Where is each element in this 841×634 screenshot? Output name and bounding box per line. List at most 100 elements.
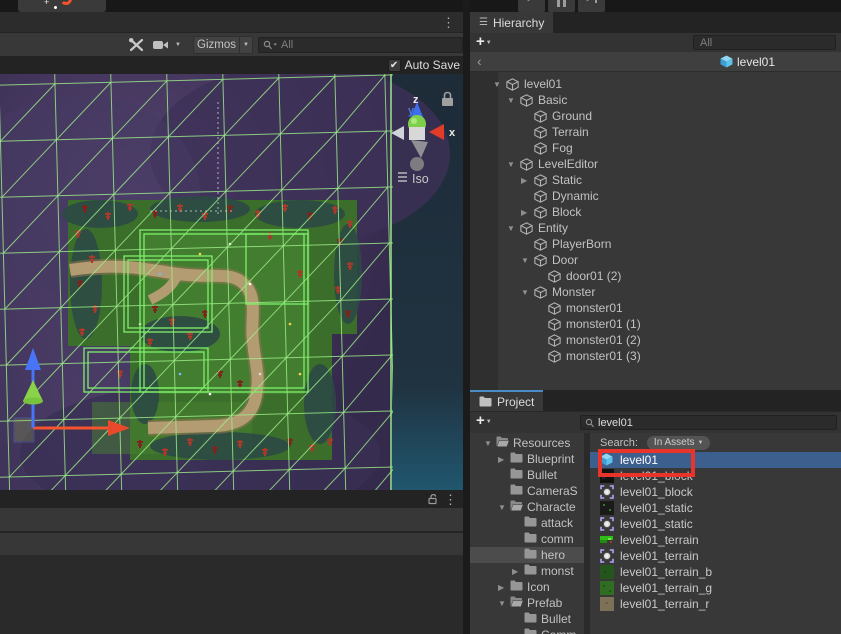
result-row[interactable]: level01_terrain (590, 548, 841, 564)
search-scope-dropdown[interactable]: In Assets ▼ (647, 436, 711, 450)
play-button[interactable]: ▶ (518, 0, 545, 12)
result-row[interactable]: level01_static (590, 516, 841, 532)
auto-save-toggle[interactable]: ✔ Auto Save (388, 58, 460, 72)
folder-tree-row[interactable]: ▶Icon (470, 579, 584, 595)
step-button[interactable]: ▶ (578, 0, 605, 12)
scene-view-canvas[interactable]: z y x Iso (0, 74, 463, 490)
cube-icon (520, 158, 534, 171)
hierarchy-add-button[interactable]: + ▼ (476, 34, 492, 49)
breadcrumb-item-label[interactable]: level01 (737, 55, 775, 69)
hierarchy-tree-row[interactable]: PlayerBorn (470, 236, 841, 252)
folder-tree-row[interactable]: attack (470, 515, 584, 531)
right-pane: ☰ Hierarchy + ▼ ‹ level01 ▼level01▼Basic… (470, 12, 841, 634)
item-label: level01_static (620, 517, 693, 531)
hierarchy-tree-row[interactable]: monster01 (3) (470, 348, 841, 364)
foldout-right-icon[interactable]: ▶ (521, 208, 534, 217)
folder-tree-row[interactable]: ▶monst (470, 563, 584, 579)
item-label: Bullet (527, 468, 557, 482)
foldout-right-icon[interactable]: ▶ (521, 176, 534, 185)
result-row[interactable]: level01_terrain (590, 532, 841, 548)
tab-hierarchy[interactable]: ☰ Hierarchy (470, 12, 553, 33)
bottom-panel-row[interactable] (0, 533, 463, 555)
project-folder-tree: ▼Resources▶BlueprintBulletCameraS▼Charac… (470, 433, 584, 634)
item-label: monster01 (2) (566, 333, 641, 347)
folder-tree-row[interactable]: hero (470, 547, 584, 563)
tab-project[interactable]: Project (470, 390, 543, 411)
gizmos-dropdown[interactable]: Gizmos ▼ (193, 36, 253, 54)
project-search-input[interactable] (596, 417, 836, 429)
folder-tree-row[interactable]: Bullet (470, 467, 584, 483)
foldout-right-icon[interactable]: ▶ (512, 567, 524, 576)
hierarchy-tree-row[interactable]: Terrain (470, 124, 841, 140)
item-label: Comm (541, 628, 576, 634)
hierarchy-tree-row[interactable]: monster01 (2) (470, 332, 841, 348)
hierarchy-tree-row[interactable]: monster01 (470, 300, 841, 316)
camera-view-dropdown[interactable]: ▼ (150, 36, 190, 54)
foldout-down-icon[interactable]: ▼ (498, 599, 510, 608)
checkbox-checked-icon[interactable]: ✔ (388, 59, 401, 72)
foldout-right-icon[interactable]: ▶ (498, 583, 510, 592)
folder-tree-row[interactable]: ▶Blueprint (470, 451, 584, 467)
project-tab-label: Project (497, 395, 534, 409)
south-axis-sphere[interactable] (410, 157, 424, 171)
project-add-button[interactable]: + ▼ (476, 413, 492, 428)
hierarchy-search-field[interactable] (693, 35, 836, 50)
hierarchy-tree-row[interactable]: Ground (470, 108, 841, 124)
hierarchy-tree-row[interactable]: monster01 (1) (470, 316, 841, 332)
hierarchy-tree-row[interactable]: ▶Static (470, 172, 841, 188)
folder-tree-row[interactable]: ▼Characte (470, 499, 584, 515)
result-row[interactable]: level01_terrain_b (590, 564, 841, 580)
bottom-panel-row[interactable] (0, 508, 463, 531)
tools-icon[interactable] (127, 37, 146, 56)
folder-tree-row[interactable]: CameraS (470, 483, 584, 499)
project-tab-bar: Project (470, 390, 841, 411)
hierarchy-tree-row[interactable]: door01 (2) (470, 268, 841, 284)
plane-handle[interactable] (14, 418, 34, 442)
folder-tree-row[interactable]: Comm (470, 627, 584, 634)
hierarchy-tree-row[interactable]: ▼LevelEditor (470, 156, 841, 172)
result-row[interactable]: level01_terrain_r (590, 596, 841, 612)
foldout-down-icon[interactable]: ▼ (507, 224, 520, 233)
hierarchy-tree-row[interactable]: ▶Block (470, 204, 841, 220)
foldout-down-icon[interactable]: ▼ (493, 80, 506, 89)
result-row[interactable]: level01_block (590, 484, 841, 500)
project-search-field[interactable] (580, 415, 837, 430)
unlock-icon[interactable] (427, 493, 439, 505)
hierarchy-tree-row[interactable]: Fog (470, 140, 841, 156)
folder-tree-row[interactable]: comm (470, 531, 584, 547)
back-chevron-icon[interactable]: ‹ (477, 53, 482, 69)
result-row[interactable]: level01_static (590, 500, 841, 516)
foldout-down-icon[interactable]: ▼ (507, 96, 520, 105)
pane-menu-icon[interactable]: ⋮ (444, 493, 457, 506)
hierarchy-tree-row[interactable]: ▼level01 (470, 76, 841, 92)
hierarchy-search-input[interactable] (698, 37, 841, 49)
cube-icon (520, 222, 534, 235)
scene-tab-bar: ⋮ (0, 12, 463, 32)
scene-search-field[interactable] (258, 37, 463, 53)
result-row[interactable]: level01_terrain_g (590, 580, 841, 596)
foldout-down-icon[interactable]: ▼ (498, 503, 510, 512)
folder-tree-row[interactable]: ▼Resources (470, 435, 584, 451)
pause-button[interactable] (548, 0, 575, 12)
foldout-right-icon[interactable]: ▶ (498, 455, 510, 464)
hierarchy-tree-row[interactable]: ▼Door (470, 252, 841, 268)
hierarchy-tree-row[interactable]: Dynamic (470, 188, 841, 204)
foldout-down-icon[interactable]: ▼ (484, 439, 496, 448)
texture-dark-specks-icon (600, 501, 614, 515)
foldout-down-icon[interactable]: ▼ (521, 256, 534, 265)
chevron-down-icon: ▼ (240, 42, 252, 48)
project-toolbar: + ▼ (470, 412, 841, 433)
version-control-button[interactable]: + (18, 0, 106, 12)
foldout-down-icon[interactable]: ▼ (521, 288, 534, 297)
scene-search-input[interactable] (279, 39, 462, 51)
foldout-down-icon[interactable]: ▼ (507, 160, 520, 169)
pane-menu-icon[interactable]: ⋮ (442, 16, 455, 29)
folder-tree-row[interactable]: ▼Prefab (470, 595, 584, 611)
gizmo-center-cube[interactable] (409, 127, 425, 140)
hierarchy-tree-row[interactable]: ▼Monster (470, 284, 841, 300)
pane-splitter[interactable] (463, 0, 470, 634)
item-label: hero (541, 548, 565, 562)
hierarchy-tree-row[interactable]: ▼Entity (470, 220, 841, 236)
folder-tree-row[interactable]: Bullet (470, 611, 584, 627)
hierarchy-tree-row[interactable]: ▼Basic (470, 92, 841, 108)
